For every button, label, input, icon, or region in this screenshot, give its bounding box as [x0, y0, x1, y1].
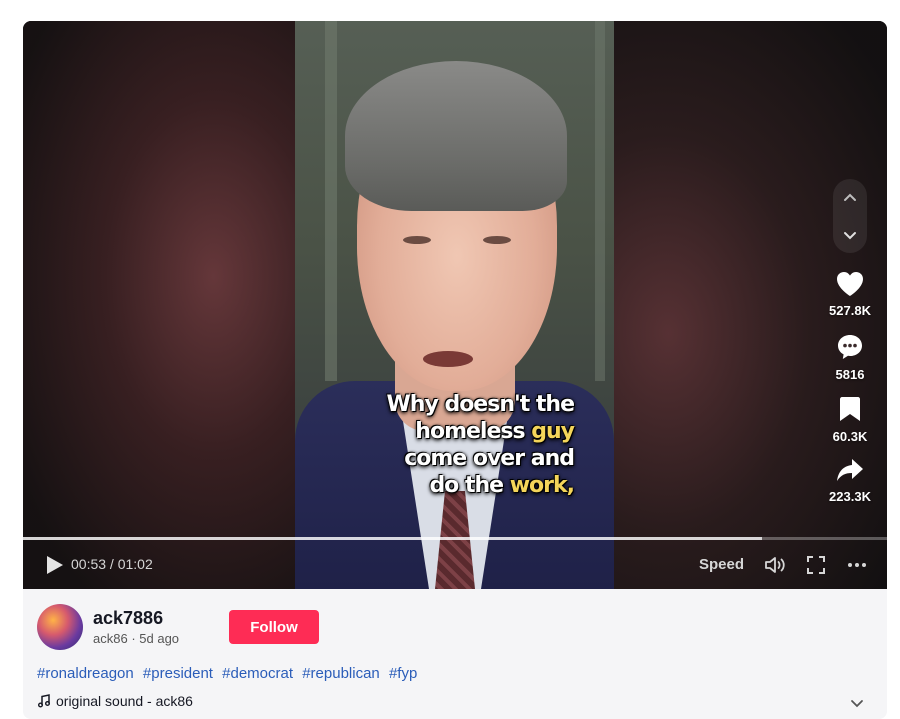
video-info: ack7886 ack86 · 5d ago Follow #ronaldrea… — [23, 589, 887, 719]
blurred-backdrop-left — [23, 21, 295, 589]
hashtag-list: #ronaldreagon #president #democrat #repu… — [37, 665, 422, 682]
share-icon — [837, 459, 863, 481]
comment-button[interactable]: 5816 — [819, 333, 881, 382]
time-display: 00:53 / 01:02 — [71, 556, 153, 572]
next-video-button[interactable] — [833, 216, 867, 253]
speed-button[interactable]: Speed — [699, 556, 744, 573]
comment-icon — [838, 335, 862, 359]
fullscreen-icon[interactable] — [804, 553, 828, 577]
hashtag-link[interactable]: #president — [143, 665, 213, 682]
heart-icon — [837, 272, 863, 296]
comment-count: 5816 — [835, 367, 865, 382]
post-time: 5d ago — [139, 631, 180, 646]
play-icon[interactable] — [43, 554, 65, 576]
hashtag-link[interactable]: #fyp — [389, 665, 417, 682]
more-icon[interactable] — [845, 553, 869, 577]
video-player[interactable]: Why doesn't the homeless guy come over a… — [23, 21, 887, 589]
share-button[interactable]: 223.3K — [819, 457, 881, 504]
sound-link[interactable]: original sound - ack86 — [37, 693, 193, 709]
expand-chevron-icon[interactable] — [849, 695, 865, 711]
music-note-icon — [38, 694, 50, 708]
previous-video-button[interactable] — [833, 179, 867, 216]
like-button[interactable]: 527.8K — [819, 271, 881, 318]
hashtag-link[interactable]: #republican — [302, 665, 380, 682]
volume-icon[interactable] — [763, 553, 787, 577]
video-card: Why doesn't the homeless guy come over a… — [23, 21, 887, 719]
author-handle[interactable]: ack86 — [93, 631, 128, 646]
follow-button[interactable]: Follow — [229, 610, 319, 644]
hashtag-link[interactable]: #democrat — [222, 665, 293, 682]
avatar[interactable] — [37, 604, 83, 650]
video-nav — [833, 179, 867, 253]
sound-label: original sound - ack86 — [56, 693, 193, 709]
player-controls: 00:53 / 01:02 Speed — [23, 540, 887, 589]
share-count: 223.3K — [829, 489, 871, 504]
author-subline: ack86 · 5d ago — [93, 631, 180, 646]
like-count: 527.8K — [829, 303, 871, 318]
bookmark-icon — [840, 397, 860, 421]
chevron-up-icon — [844, 193, 856, 201]
video-caption: Why doesn't the homeless guy come over a… — [386, 392, 575, 498]
video-frame[interactable] — [295, 21, 614, 589]
chevron-down-icon — [844, 231, 856, 239]
author-username[interactable]: ack7886 — [93, 608, 163, 629]
save-count: 60.3K — [832, 429, 868, 444]
hashtag-link[interactable]: #ronaldreagon — [37, 665, 134, 682]
save-button[interactable]: 60.3K — [819, 395, 881, 444]
